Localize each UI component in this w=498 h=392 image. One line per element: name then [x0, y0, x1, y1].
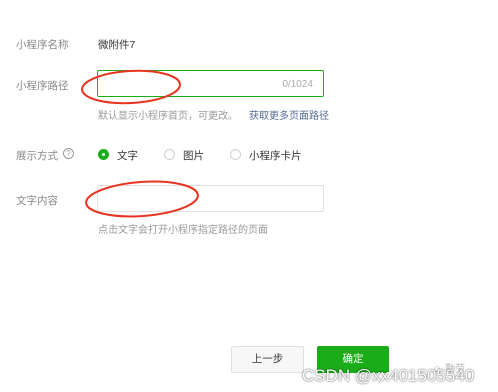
path-char-counter: 0/1024	[282, 79, 313, 90]
csdn-watermark: CSDN @xx401505540	[302, 366, 475, 385]
radio-card[interactable]	[230, 149, 241, 160]
radio-image-label[interactable]: 图片	[183, 148, 204, 163]
help-icon[interactable]: ?	[63, 148, 74, 159]
prev-step-button[interactable]: 上一步	[231, 346, 304, 373]
radio-card-label[interactable]: 小程序卡片	[249, 148, 302, 163]
name-value: 微附件7	[98, 39, 136, 51]
path-input[interactable]: 0/1024	[97, 70, 324, 97]
display-label: 展示方式	[16, 150, 58, 162]
text-content-hint: 点击文字会打开小程序指定路径的页面	[98, 225, 268, 236]
name-label: 小程序名称	[16, 39, 69, 51]
radio-text-label[interactable]: 文字	[117, 148, 138, 163]
path-hint: 默认显示小程序首页，可更改。	[98, 111, 238, 122]
radio-text[interactable]	[98, 149, 109, 160]
more-paths-link[interactable]: 获取更多页面路径	[249, 107, 329, 122]
text-content-input[interactable]	[97, 185, 324, 212]
text-content-label: 文字内容	[16, 195, 58, 207]
radio-image[interactable]	[164, 149, 175, 160]
path-label: 小程序路径	[16, 80, 69, 92]
